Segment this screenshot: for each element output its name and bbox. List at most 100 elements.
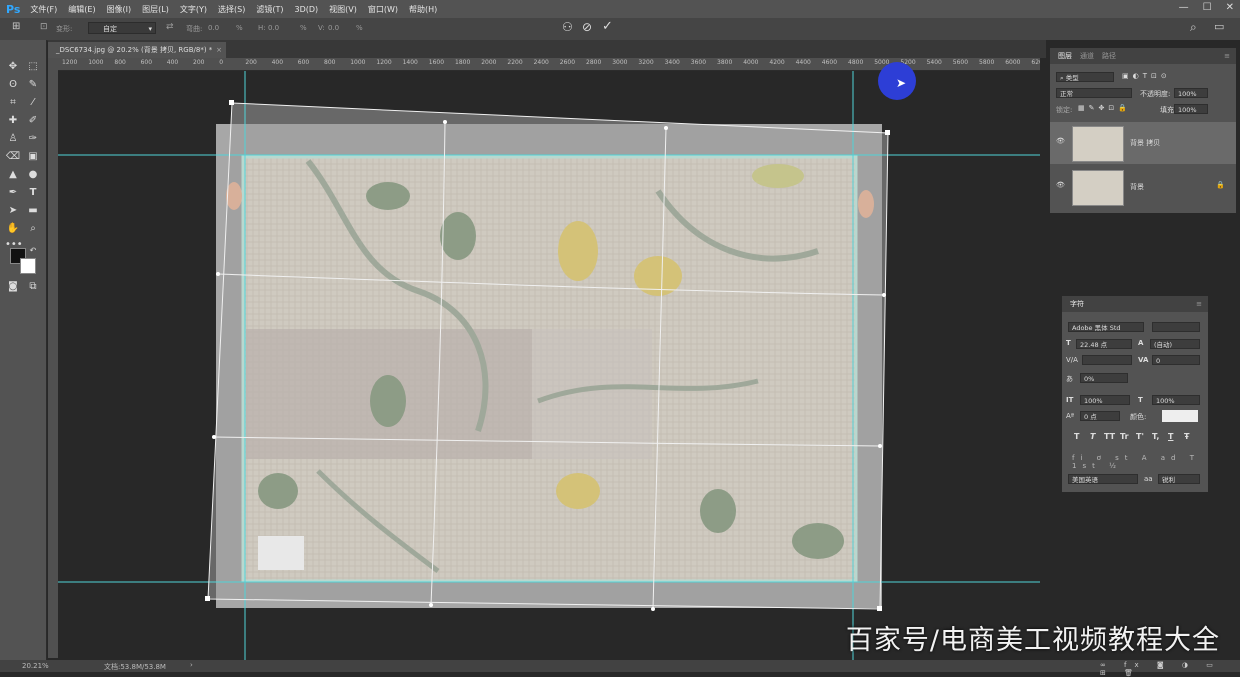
opentype-buttons[interactable]: fi ơ st A ad T 1st ½	[1072, 454, 1208, 470]
font-size-input[interactable]: 22.48 点	[1076, 339, 1132, 349]
subscript-button[interactable]: T,	[1152, 432, 1159, 441]
faux-italic-button[interactable]: T	[1090, 432, 1095, 441]
layer-footer-icons[interactable]: ∞ fx ◙ ◑ ▭ ⊞ 🗑	[1100, 661, 1240, 677]
tab-character[interactable]: 字符	[1070, 299, 1084, 309]
font-family-select[interactable]: Adobe 黑体 Std	[1068, 322, 1144, 332]
lock-icons[interactable]: ▦✎✥⊡🔒	[1078, 104, 1131, 112]
history-brush-tool-icon[interactable]: ✑	[25, 132, 41, 146]
eyedropper-tool-icon[interactable]: ⁄	[25, 96, 41, 110]
pen-tool-icon[interactable]: ✒	[5, 186, 21, 200]
menu-select[interactable]: 选择(S)	[218, 4, 245, 15]
text-color-swatch[interactable]	[1162, 410, 1198, 422]
menu-image[interactable]: 图像(I)	[107, 4, 132, 15]
menu-view[interactable]: 视图(V)	[329, 4, 357, 15]
curve-value[interactable]: 0.0	[208, 24, 219, 32]
warp-mode-icon[interactable]: ⚇	[562, 20, 573, 34]
minimize-icon[interactable]: —	[1179, 2, 1189, 13]
dodge-tool-icon[interactable]: ●	[25, 168, 41, 182]
menu-help[interactable]: 帮助(H)	[409, 4, 437, 15]
status-menu-arrow[interactable]: ›	[190, 661, 193, 669]
rectangle-tool-icon[interactable]: ▬	[25, 204, 41, 218]
quick-select-tool-icon[interactable]: ✎	[25, 78, 41, 92]
panel-menu-icon[interactable]: ≡	[1196, 300, 1202, 308]
menu-file[interactable]: 文件(F)	[30, 4, 57, 15]
zoom-tool-icon[interactable]: ⌕	[25, 222, 41, 236]
panel-menu-icon[interactable]: ≡	[1224, 52, 1230, 60]
stamp-tool-icon[interactable]: ♙	[5, 132, 21, 146]
faux-bold-button[interactable]: T	[1074, 432, 1079, 441]
marquee-tool-icon[interactable]: ⬚	[25, 60, 41, 74]
opacity-input[interactable]: 100%	[1174, 88, 1208, 98]
layer-row-background-copy[interactable]: 👁 背景 拷贝	[1050, 122, 1236, 164]
close-tab-icon[interactable]: ×	[216, 42, 222, 58]
vertical-ruler[interactable]	[48, 58, 58, 658]
eraser-tool-icon[interactable]: ⌫	[5, 150, 21, 164]
menu-3d[interactable]: 3D(D)	[294, 5, 318, 14]
background-color-swatch[interactable]	[20, 258, 36, 274]
quick-mask-icon[interactable]: ◙	[5, 280, 21, 294]
blend-mode-select[interactable]: 正常	[1056, 88, 1132, 98]
all-caps-button[interactable]: TT	[1104, 432, 1115, 441]
font-style-select[interactable]	[1152, 322, 1200, 332]
tracking-input[interactable]: 0	[1152, 355, 1200, 365]
maximize-icon[interactable]: ☐	[1203, 2, 1212, 13]
lasso-tool-icon[interactable]: ʘ	[5, 78, 21, 92]
layer-filter-icons[interactable]: ▣◐T⊡⊙	[1122, 72, 1171, 80]
visibility-eye-icon[interactable]: 👁	[1056, 181, 1065, 189]
blur-tool-icon[interactable]: ▲	[5, 168, 21, 182]
layer-row-background[interactable]: 👁 背景 🔒	[1050, 166, 1236, 208]
document-tab[interactable]: _DSC6734.jpg @ 20.2% (背景 拷贝, RGB/8*) * ×	[48, 42, 226, 58]
language-select[interactable]: 美国英语	[1068, 474, 1138, 484]
tab-paths[interactable]: 路径	[1102, 51, 1116, 61]
screen-mode-icon[interactable]: ⧉	[25, 280, 41, 294]
visibility-eye-icon[interactable]: 👁	[1056, 137, 1065, 145]
fill-input[interactable]: 100%	[1174, 104, 1208, 114]
baseline-shift-input[interactable]: 0 点	[1080, 411, 1120, 421]
crop-tool-icon[interactable]: ⌗	[5, 96, 21, 110]
tab-layers[interactable]: 图层	[1058, 51, 1072, 61]
type-tool-icon[interactable]: T	[25, 186, 41, 200]
horizontal-scale-input[interactable]: 100%	[1152, 395, 1200, 405]
document-canvas[interactable]	[58, 71, 1040, 660]
path-select-tool-icon[interactable]: ➤	[5, 204, 21, 218]
ruler-tick-label: 1000	[88, 59, 104, 66]
close-icon[interactable]: ✕	[1226, 2, 1234, 13]
ruler-tick-label: 3000	[612, 59, 628, 66]
healing-tool-icon[interactable]: ✚	[5, 114, 21, 128]
warp-tool-icon[interactable]: ⊞	[12, 21, 20, 32]
small-caps-button[interactable]: Tr	[1120, 432, 1129, 441]
ruler-tick-label: 3600	[690, 59, 707, 66]
brush-tool-icon[interactable]: ✐	[25, 114, 41, 128]
workspace-icon[interactable]: ▭	[1214, 20, 1224, 33]
swap-colors-icon[interactable]: ↶	[25, 244, 41, 258]
menu-layer[interactable]: 图层(L)	[142, 4, 169, 15]
commit-transform-icon[interactable]: ✓	[602, 19, 613, 34]
search-icon[interactable]: ⌕	[1190, 20, 1197, 35]
strikethrough-button[interactable]: Ŧ	[1184, 432, 1189, 441]
vertical-scale-input[interactable]: 100%	[1080, 395, 1130, 405]
tsume-input[interactable]: 0%	[1080, 373, 1128, 383]
underline-button[interactable]: T	[1168, 432, 1173, 441]
menu-type[interactable]: 文字(Y)	[180, 4, 207, 15]
v-value[interactable]: 0.0	[328, 24, 339, 32]
ruler-tick-label: 4400	[795, 59, 811, 66]
warp-toggle-icon[interactable]: ⊡	[40, 22, 48, 32]
menu-window[interactable]: 窗口(W)	[368, 4, 398, 15]
menu-filter[interactable]: 滤镜(T)	[256, 4, 283, 15]
zoom-level[interactable]: 20.21%	[22, 662, 49, 670]
gradient-tool-icon[interactable]: ▣	[25, 150, 41, 164]
transform-mode-select[interactable]: 自定 ▾	[88, 22, 156, 34]
kerning-input[interactable]	[1082, 355, 1132, 365]
cancel-transform-icon[interactable]: ⊘	[582, 20, 592, 34]
menu-edit[interactable]: 编辑(E)	[68, 4, 95, 15]
antialias-select[interactable]: 锐利	[1158, 474, 1200, 484]
hand-tool-icon[interactable]: ✋	[5, 222, 21, 236]
move-tool-icon[interactable]: ✥	[5, 60, 21, 74]
tab-channels[interactable]: 通道	[1080, 51, 1094, 61]
orientation-icon[interactable]: ⇄	[166, 22, 174, 32]
photoshop-logo[interactable]: Ps	[6, 3, 20, 16]
superscript-button[interactable]: T'	[1136, 432, 1144, 441]
layer-filter-select[interactable]: ⌕ 类型	[1056, 72, 1114, 82]
leading-input[interactable]: (自动)	[1150, 339, 1200, 349]
h-value[interactable]: 0.0	[268, 24, 279, 32]
